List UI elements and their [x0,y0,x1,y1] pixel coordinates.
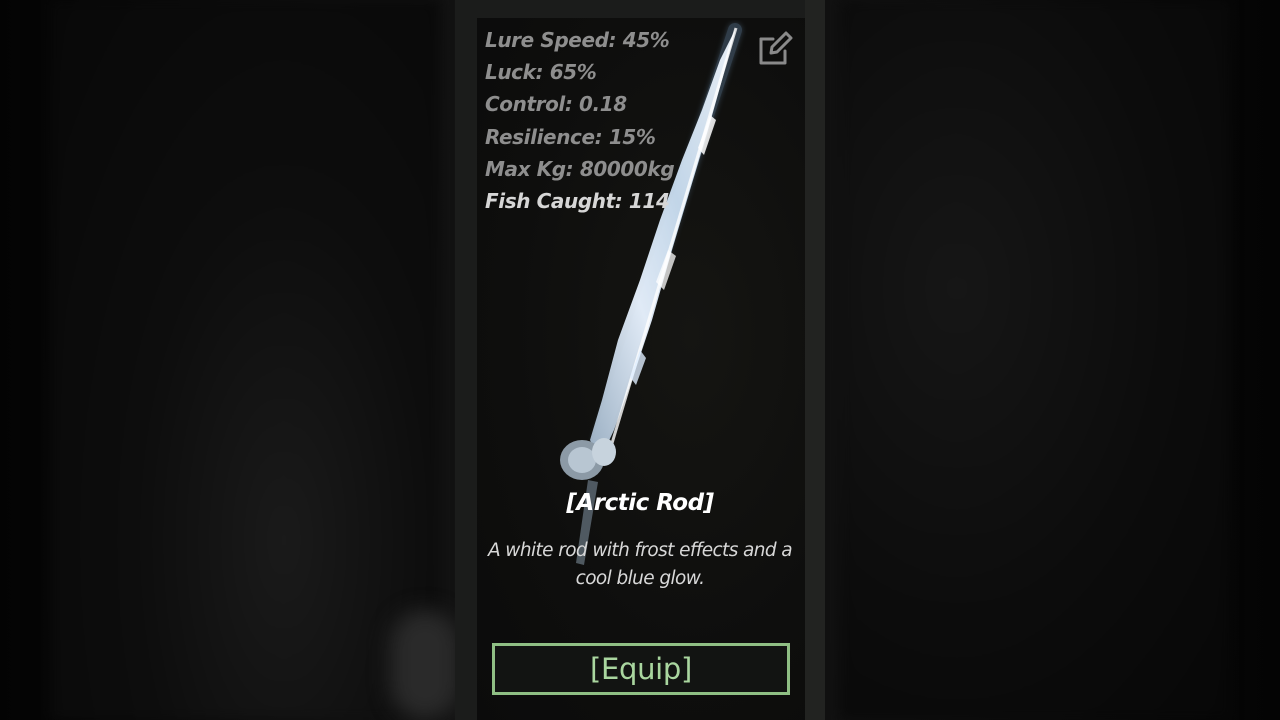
stat-max-kg: Max Kg: 80000kg [485,156,675,181]
background-left-blob [390,610,460,720]
stat-resilience: Resilience: 15% [485,124,656,149]
stat-control: Control: 0.18 [485,92,627,117]
stat-lure-speed: Lure Speed: 45% [485,28,670,52]
background-right-blur [840,0,1230,720]
item-card-edge [805,0,825,720]
stat-fish-caught: Fish Caught: 114 [485,189,670,214]
edit-icon[interactable] [757,31,793,67]
equip-button[interactable]: [Equip] [492,643,790,695]
stat-luck: Luck: 65% [485,60,597,85]
item-title: [Arctic Rod] [566,490,714,516]
background-left-blur [50,0,440,720]
stats-list: Lure Speed: 45% Luck: 65% Control: 0.18 … [485,24,675,217]
item-description: A white rod with frost effects and a coo… [487,540,793,589]
game-screen: Lure Speed: 45% Luck: 65% Control: 0.18 … [0,0,1280,720]
